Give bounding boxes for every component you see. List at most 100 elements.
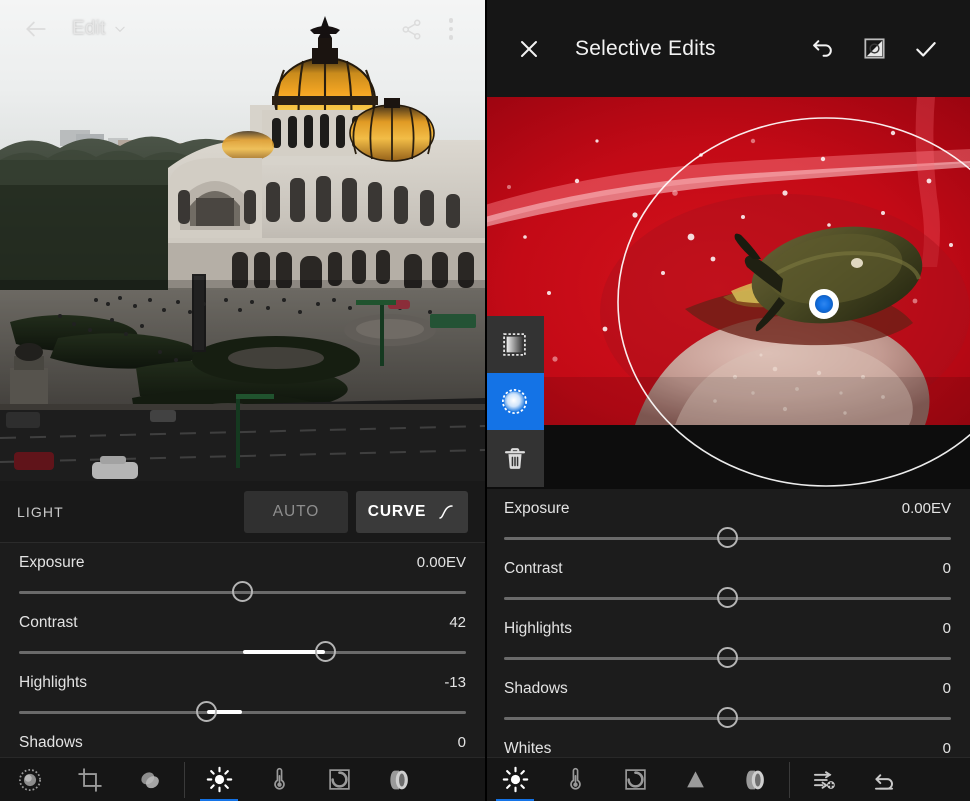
undo-button[interactable] (796, 23, 848, 75)
slider-label: Shadows (504, 680, 568, 697)
curve-button[interactable]: CURVE (356, 490, 468, 533)
slider-label: Exposure (504, 500, 570, 517)
slider-track[interactable] (504, 585, 951, 611)
checkmark-icon (916, 41, 936, 57)
toolbar-selective-button[interactable] (120, 758, 180, 801)
delete-mask-button[interactable] (485, 430, 544, 487)
share-button[interactable] (391, 7, 431, 51)
left-toolbar-group-a (0, 758, 180, 801)
toolbar-effects-button[interactable] (665, 758, 725, 801)
slider-highlights[interactable]: Highlights -13 (0, 663, 485, 723)
slider-thumb[interactable] (717, 647, 738, 668)
auto-button[interactable]: AUTO (244, 490, 348, 533)
left-bottom-toolbar (0, 757, 485, 801)
close-button[interactable] (503, 23, 555, 75)
toolbar-optics-button[interactable] (725, 758, 785, 801)
toolbar-presets-button[interactable] (0, 758, 60, 801)
optics-lens-icon (390, 770, 408, 789)
tone-curve-icon (439, 504, 453, 519)
slider-contrast[interactable]: Contrast 0 (485, 549, 970, 609)
undo-arrow-icon (812, 40, 832, 57)
slider-header: Shadows 0 (19, 734, 466, 752)
slider-track[interactable] (504, 705, 951, 731)
reset-button[interactable] (854, 758, 914, 801)
toolbar-color-button[interactable] (545, 758, 605, 801)
trash-delete-icon (504, 447, 525, 469)
right-topbar: Selective Edits (485, 0, 970, 97)
toolbar-detail-button[interactable] (605, 758, 665, 801)
slider-thumb[interactable] (717, 707, 738, 728)
slider-shadows[interactable]: Shadows 0 (0, 723, 485, 757)
slider-value: 0.00EV (416, 554, 466, 571)
right-slider-list: Exposure 0.00EV Contrast 0 Highlights 0 … (485, 489, 970, 757)
slider-value: -13 (444, 674, 466, 691)
color-thermometer-icon (273, 767, 285, 790)
left-slider-list: Exposure 0.00EV Contrast 42 Highlights -… (0, 543, 485, 757)
slider-whites[interactable]: Whites 0 (485, 729, 970, 757)
toolbar-divider (789, 761, 790, 798)
left-toolbar-group-b (189, 758, 429, 801)
slider-thumb[interactable] (717, 527, 738, 548)
slider-track[interactable] (19, 579, 466, 605)
toolbar-light-button[interactable] (189, 758, 249, 801)
toolbar-light-button[interactable] (485, 758, 545, 801)
slider-shadows[interactable]: Shadows 0 (485, 669, 970, 729)
more-options-button[interactable] (431, 7, 471, 51)
slider-track[interactable] (504, 525, 951, 551)
slider-track[interactable] (19, 639, 466, 665)
light-section-header: LIGHT AUTO CURVE (0, 481, 485, 543)
slider-header: Highlights 0 (504, 620, 951, 638)
before-after-icon (863, 38, 885, 59)
slider-thumb[interactable] (314, 641, 336, 662)
selective-edits-icon (141, 771, 159, 788)
slider-label: Exposure (19, 554, 85, 571)
toolbar-divider (184, 761, 185, 798)
slider-track[interactable] (504, 645, 951, 671)
edit-mode-dropdown[interactable]: Edit (72, 18, 127, 40)
slider-header: Shadows 0 (504, 680, 951, 698)
optics-lens-icon (746, 770, 764, 789)
left-topbar: Edit (0, 0, 485, 58)
light-sun-icon (206, 766, 232, 793)
detail-frame-icon (328, 769, 350, 790)
done-button[interactable] (900, 23, 952, 75)
color-thermometer-icon (569, 767, 581, 790)
share-icon (401, 19, 421, 39)
slider-highlights[interactable]: Highlights 0 (485, 609, 970, 669)
before-after-button[interactable] (848, 23, 900, 75)
effects-triangle-icon (686, 771, 704, 788)
slider-thumb[interactable] (717, 587, 738, 608)
photo-palacio-bellas-artes[interactable] (0, 0, 485, 481)
slider-thumb[interactable] (196, 701, 218, 722)
chevron-down-icon (114, 26, 125, 32)
slider-contrast[interactable]: Contrast 42 (0, 603, 485, 663)
app-screen: Edit LIGHT AUTO CURVE Exposure 0.00EV Co… (0, 0, 970, 801)
close-x-icon (521, 40, 537, 57)
slider-value: 0 (942, 740, 951, 757)
linear-gradient-tool-button[interactable] (485, 316, 544, 373)
toolbar-detail-button[interactable] (309, 758, 369, 801)
photo-turtle-red-bowl[interactable] (485, 97, 970, 425)
slider-header: Whites 0 (504, 740, 951, 757)
radial-gradient-tool-button[interactable] (485, 373, 544, 430)
slider-thumb[interactable] (232, 581, 253, 602)
back-button[interactable] (14, 7, 58, 51)
right-bottom-toolbar (485, 757, 970, 801)
slider-exposure[interactable]: Exposure 0.00EV (0, 543, 485, 603)
toolbar-color-button[interactable] (249, 758, 309, 801)
kebab-menu-icon (448, 18, 454, 40)
add-adjustment-button[interactable] (794, 758, 854, 801)
toolbar-crop-button[interactable] (60, 758, 120, 801)
slider-exposure[interactable]: Exposure 0.00EV (485, 489, 970, 549)
slider-value: 0.00EV (901, 500, 951, 517)
panel-divider (485, 0, 487, 801)
slider-label: Highlights (504, 620, 573, 637)
toolbar-optics-button[interactable] (369, 758, 429, 801)
right-panel-selective-edits: Selective Edits Exposure 0.00EV Contrast… (485, 0, 970, 801)
slider-track[interactable] (19, 699, 466, 725)
photo-letterbox-fill (485, 425, 970, 489)
detail-frame-icon (624, 769, 646, 790)
slider-label: Contrast (19, 614, 78, 631)
curve-label: CURVE (367, 502, 427, 520)
slider-label: Whites (504, 740, 552, 757)
